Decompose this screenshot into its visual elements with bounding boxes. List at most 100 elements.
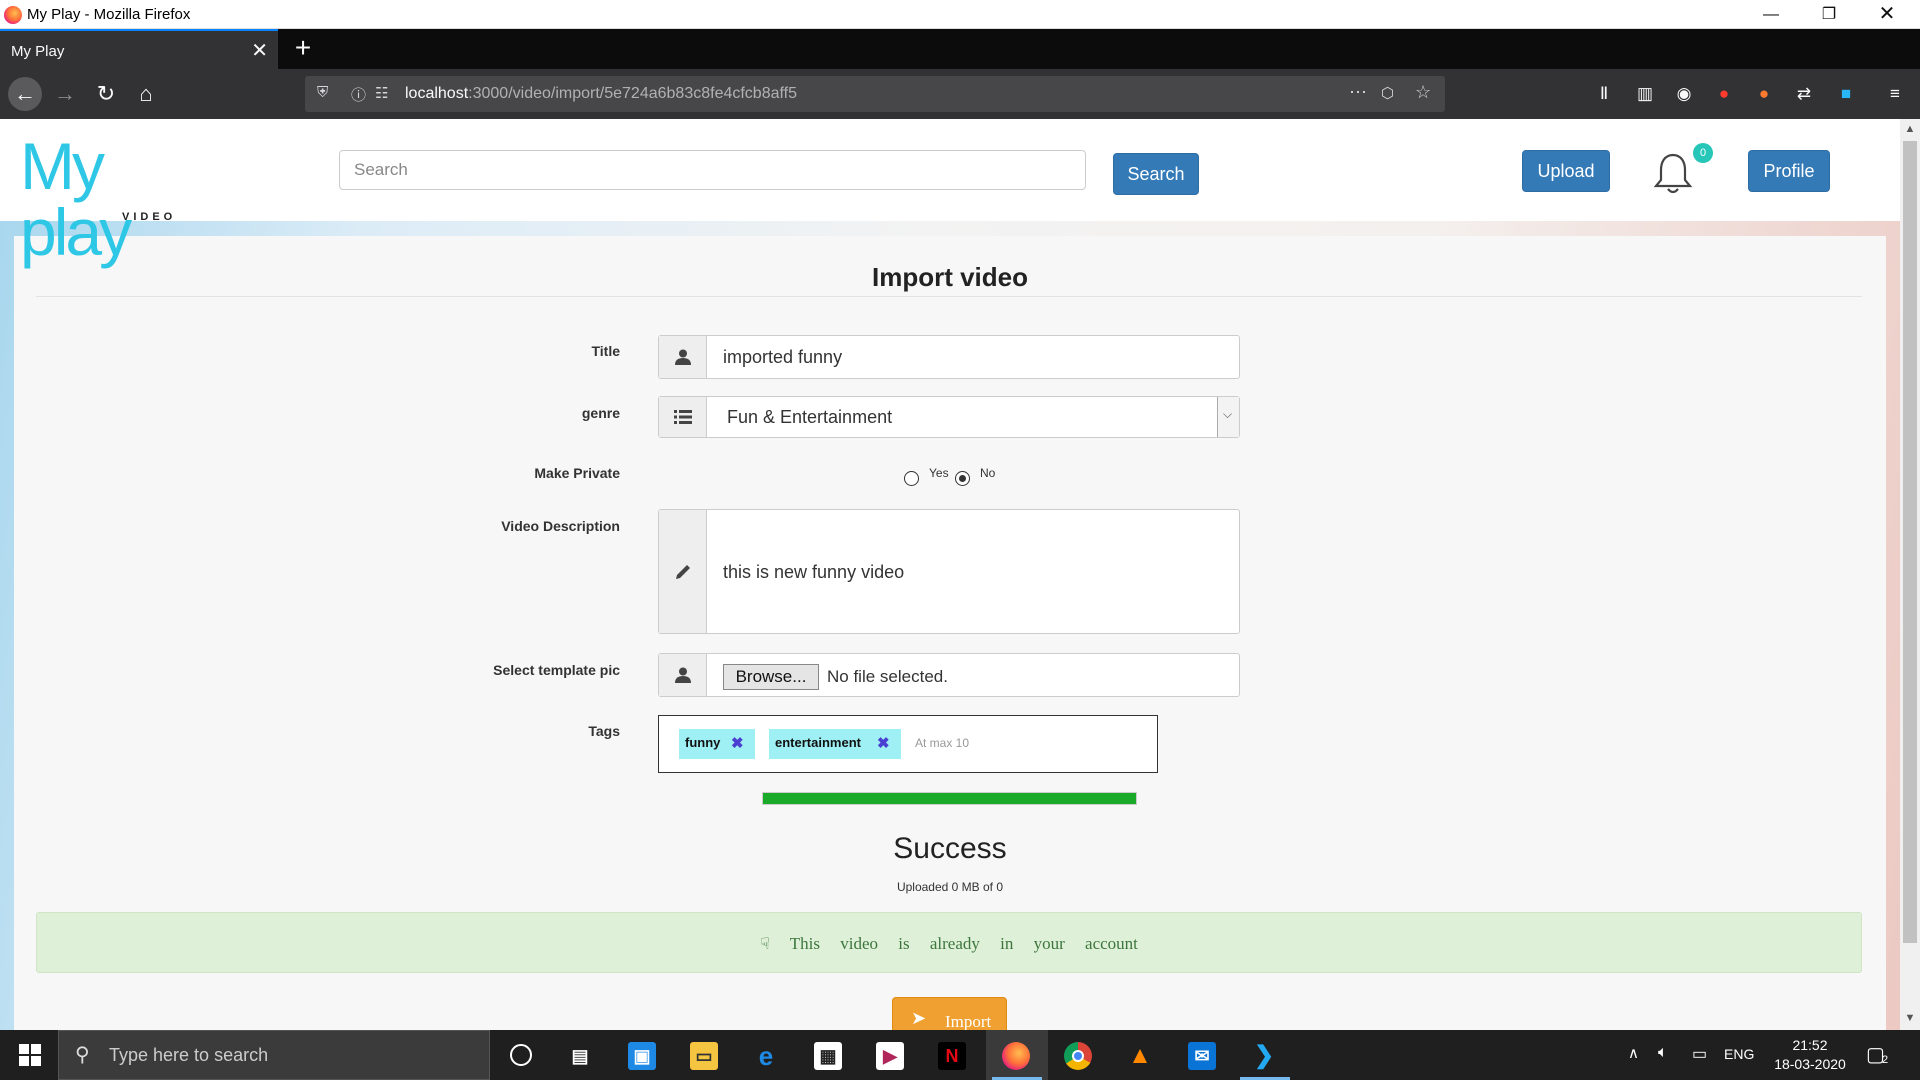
send-icon: ➤ [911,1008,927,1029]
windows-taskbar: ⚲ Type here to search ▤ ▣ ▭ e ▦ ▶ N ▲ ✉ … [0,1030,1920,1080]
bell-icon[interactable] [1652,151,1694,195]
netflix-icon[interactable]: N [922,1030,984,1080]
file-explorer-icon[interactable]: ▭ [674,1030,736,1080]
windows-start-icon[interactable] [0,1030,58,1080]
extension-orange-icon[interactable]: ● [1752,82,1776,106]
page-scrollbar[interactable]: ▲ ▼ [1900,119,1920,1030]
firefox-taskbar-icon[interactable] [986,1030,1048,1080]
description-value[interactable]: this is new funny video [723,562,904,583]
cortana-icon[interactable] [490,1030,552,1080]
close-tab-icon[interactable]: ✕ [251,38,268,63]
taskbar-search[interactable]: ⚲ Type here to search [58,1030,490,1080]
system-clock[interactable]: 21:52 18-03-2020 [1760,1036,1860,1074]
battery-icon[interactable]: ▭ [1692,1044,1707,1080]
logo-text: My play [20,129,132,269]
search-icon: ⚲ [75,1044,90,1066]
list-icon [659,397,707,437]
browse-button[interactable]: Browse... [723,664,819,690]
scroll-up-icon[interactable]: ▲ [1900,123,1920,135]
remove-tag-icon[interactable]: ✖ [877,730,890,758]
mail-icon[interactable]: ✉ [1172,1030,1234,1080]
page-content: My play VIDEO Search Upload 0 Profile Im… [0,119,1900,1030]
private-yes-radio[interactable] [904,471,919,486]
extension-red-icon[interactable]: ● [1712,82,1736,106]
alert-text: This video is already in your account [789,934,1138,953]
tags-label: Tags [588,723,620,739]
shield-icon[interactable]: ⛨ [317,84,328,101]
genre-label: genre [581,405,620,421]
user-icon [659,336,707,378]
action-center-count: 2 [1882,1054,1889,1066]
back-arrow-icon[interactable]: ← [8,77,42,111]
url-text[interactable]: localhost:3000/video/import/5e724a6b83c8… [405,85,797,103]
minimize-icon[interactable]: — [1742,0,1800,29]
search-input[interactable] [339,150,1086,190]
private-no-label: No [980,466,996,480]
taskbar-search-text: Type here to search [109,1045,269,1065]
title-divider [36,296,1862,297]
tags-input[interactable]: funny ✖ entertainment ✖ At max 10 [658,715,1158,773]
account-icon[interactable]: ◉ [1672,82,1696,106]
tab-my-play[interactable]: My Play ✕ [0,29,278,69]
tab-strip: My Play ✕ + [0,29,1920,69]
template-file-input[interactable]: Browse... No file selected. [658,653,1240,697]
profile-button[interactable]: Profile [1748,150,1830,192]
library-icon[interactable]: Ⅱ [1592,82,1616,106]
chevron-down-icon[interactable]: ⌵ [1217,397,1239,437]
file-status: No file selected. [827,667,948,686]
search-button[interactable]: Search [1113,153,1199,195]
language-indicator[interactable]: ENG [1724,1046,1754,1080]
chrome-icon[interactable] [1048,1030,1110,1080]
vlc-icon[interactable]: ▲ [1110,1030,1172,1080]
edge-browser-icon[interactable]: e [736,1030,798,1080]
store-icon[interactable]: ▦ [798,1030,860,1080]
new-tab-icon[interactable]: + [288,32,318,64]
remove-tag-icon[interactable]: ✖ [731,730,744,758]
restore-icon[interactable]: ❐ [1800,0,1858,29]
bookmark-star-icon[interactable]: ☆ [1415,82,1431,103]
pocket-icon[interactable]: ⬡ [1381,84,1394,102]
import-button[interactable]: ➤ Import [892,997,1007,1030]
extension-blue-icon[interactable]: ■ [1834,82,1858,106]
extension-sync-icon[interactable]: ⇄ [1792,82,1816,106]
volume-icon[interactable]: 🔈︎ [1658,1044,1668,1080]
title-label: Title [591,343,620,359]
template-pic-label: Select template pic [493,662,620,678]
private-yes-label: Yes [929,466,949,480]
private-no-radio[interactable] [955,471,970,486]
upload-button[interactable]: Upload [1522,150,1610,192]
tags-placeholder: At max 10 [915,736,970,750]
menu-hamburger-icon[interactable]: ≡ [1883,82,1907,106]
vscode-icon[interactable]: ❯ [1234,1030,1296,1080]
computer-app-icon[interactable]: ▣ [612,1030,674,1080]
genre-select[interactable]: Fun & Entertainment ⌵ [658,396,1240,438]
title-field[interactable]: imported funny [658,335,1240,379]
tag-text: funny [685,735,721,750]
media-player-icon[interactable]: ▶ [860,1030,922,1080]
info-alert: ☟ This video is already in your account [36,912,1862,973]
scroll-down-icon[interactable]: ▼ [1900,1012,1920,1024]
import-button-label: Import [945,1012,992,1030]
info-icon[interactable]: ⓘ [351,84,366,105]
forward-arrow-icon[interactable]: → [48,77,82,111]
page-actions-icon[interactable]: ⋯ [1349,82,1367,103]
close-window-icon[interactable]: ✕ [1858,0,1916,29]
url-bar[interactable]: ⛨ ⓘ ☷ localhost:3000/video/import/5e724a… [305,76,1445,112]
upload-progress-bar [762,792,1137,805]
reload-icon[interactable]: ↻ [89,77,123,111]
sidebar-icon[interactable]: ▥ [1633,82,1657,106]
home-icon[interactable]: ⌂ [129,77,163,111]
genre-value: Fun & Entertainment [727,407,893,427]
show-hidden-icons-icon[interactable]: ∧ [1628,1044,1639,1080]
site-logo[interactable]: My play VIDEO [20,133,220,265]
scroll-thumb[interactable] [1903,141,1917,943]
make-private-label: Make Private [534,465,620,481]
description-label: Video Description [501,518,620,534]
task-view-icon[interactable]: ▤ [550,1030,612,1080]
description-textarea[interactable]: this is new funny video [658,509,1240,634]
navigation-toolbar: ← → ↻ ⌂ ⛨ ⓘ ☷ localhost:3000/video/impor… [0,69,1920,119]
permissions-icon[interactable]: ☷ [375,84,388,102]
clock-time: 21:52 [1792,1037,1828,1053]
title-value[interactable]: imported funny [723,347,842,368]
user-icon [659,654,707,696]
